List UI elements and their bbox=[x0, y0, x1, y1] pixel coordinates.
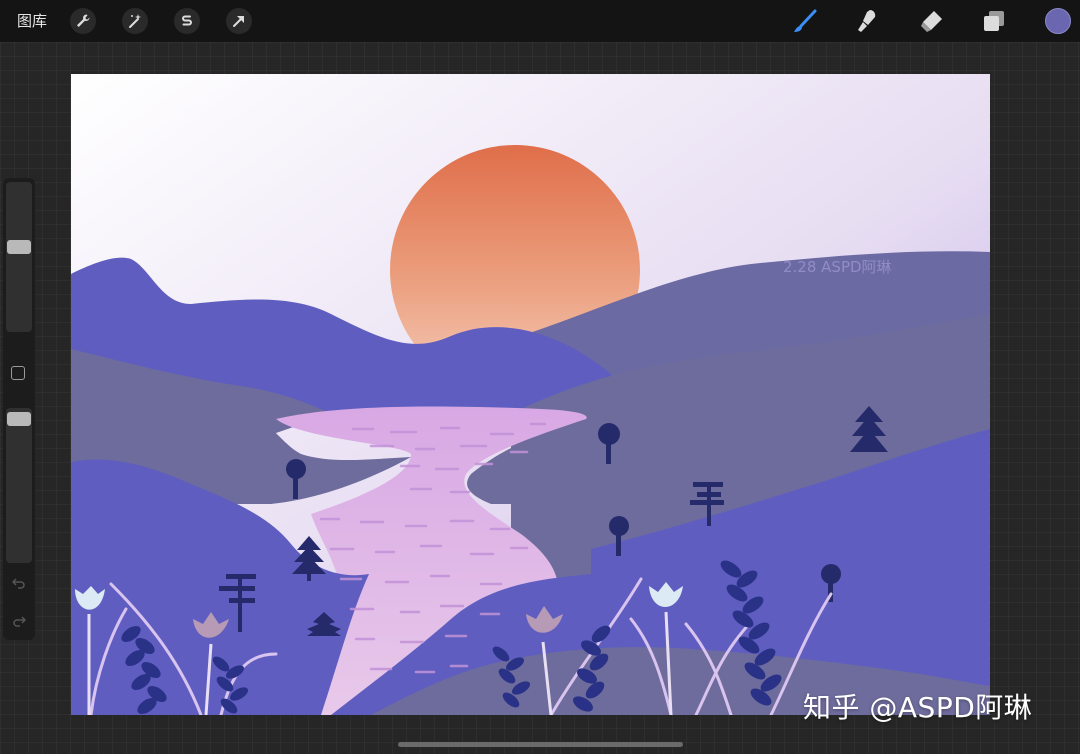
drawing-canvas[interactable]: 2.28 ASPD阿琳 bbox=[71, 74, 990, 715]
magic-wand-icon[interactable] bbox=[122, 8, 148, 34]
brush-size-thumb[interactable] bbox=[7, 240, 31, 254]
smudge-icon[interactable] bbox=[853, 6, 883, 36]
brush-size-slider[interactable] bbox=[6, 182, 32, 332]
modify-square-icon[interactable] bbox=[11, 366, 25, 380]
arrow-cursor-icon[interactable] bbox=[226, 8, 252, 34]
top-toolbar: 图库 bbox=[0, 0, 1080, 42]
redo-icon[interactable] bbox=[12, 614, 26, 628]
layers-icon[interactable] bbox=[979, 6, 1009, 36]
left-sidebar bbox=[3, 178, 35, 640]
opacity-thumb[interactable] bbox=[7, 412, 31, 426]
wrench-icon[interactable] bbox=[70, 8, 96, 34]
opacity-slider[interactable] bbox=[6, 408, 32, 563]
gallery-button[interactable]: 图库 bbox=[17, 11, 47, 31]
home-indicator bbox=[398, 742, 683, 747]
watermark: 知乎 @ASPD阿琳 bbox=[803, 691, 1033, 724]
artist-signature: 2.28 ASPD阿琳 bbox=[783, 258, 892, 276]
brush-icon[interactable] bbox=[790, 6, 820, 36]
eraser-icon[interactable] bbox=[916, 6, 946, 36]
undo-icon[interactable] bbox=[12, 576, 26, 590]
selection-s-icon[interactable] bbox=[174, 8, 200, 34]
color-swatch-button[interactable] bbox=[1045, 8, 1071, 34]
